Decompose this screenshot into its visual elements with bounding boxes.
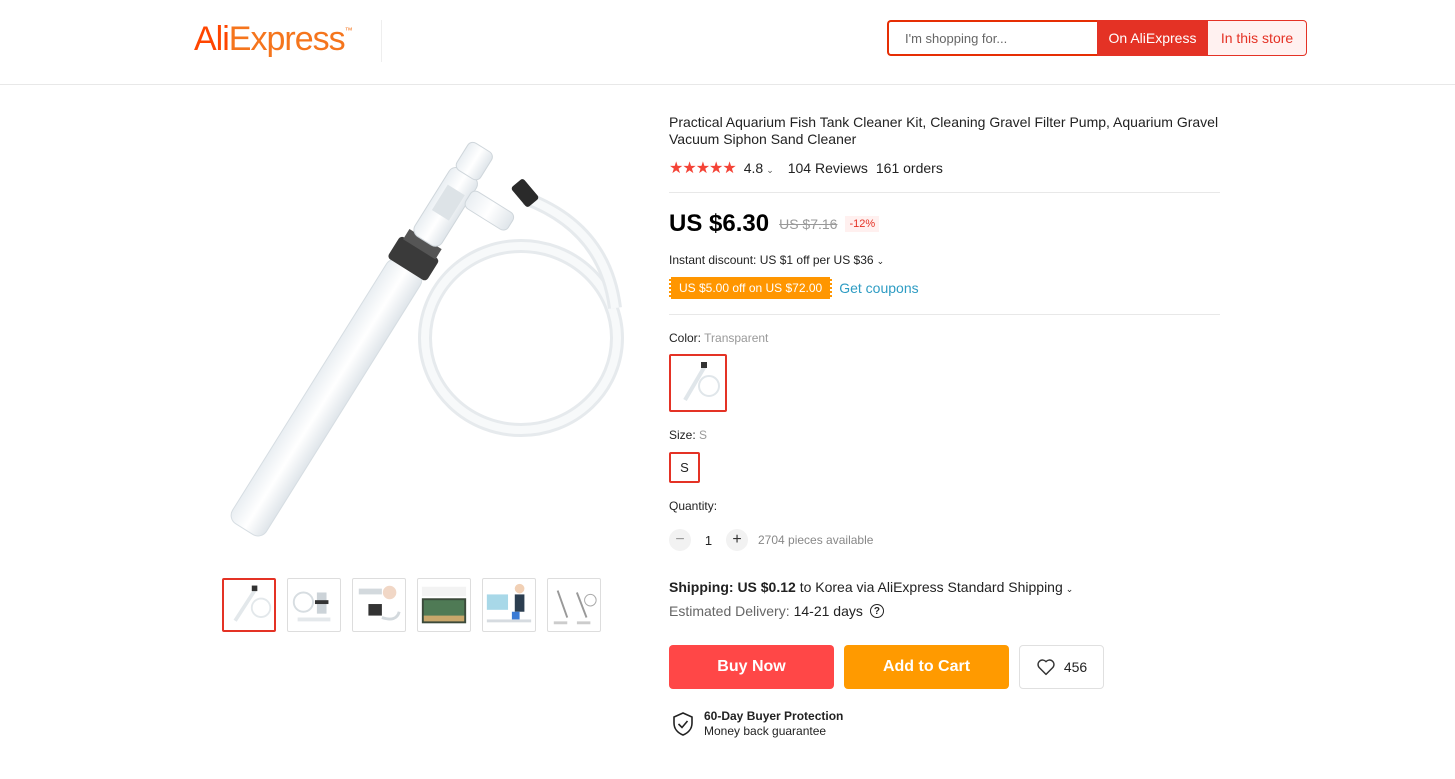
- instant-discount[interactable]: Instant discount: US $1 off per US $36 ⌄: [669, 253, 884, 267]
- rating-value: 4.8: [743, 160, 764, 176]
- orders-count: 161 orders: [875, 160, 943, 176]
- coupon-row: US $5.00 off on US $72.00 Get coupons: [669, 277, 919, 299]
- color-label: Color: Transparent: [669, 331, 768, 345]
- quantity-input[interactable]: 1: [691, 533, 726, 548]
- thumbnail-4[interactable]: [417, 578, 471, 632]
- reviews-link[interactable]: 104 Reviews: [788, 160, 868, 176]
- main-product-image[interactable]: [195, 108, 635, 558]
- wishlist-count: 456: [1063, 659, 1088, 675]
- buyer-protection: 60-Day Buyer Protection Money back guara…: [672, 709, 843, 739]
- discount-badge: -12%: [845, 216, 880, 232]
- chevron-down-icon: ⌄: [1065, 584, 1074, 594]
- wishlist-button[interactable]: 456: [1019, 645, 1104, 689]
- size-option-s[interactable]: S: [669, 452, 700, 483]
- size-label: Size: S: [669, 428, 707, 442]
- color-value: Transparent: [704, 331, 769, 345]
- coupon-badge[interactable]: US $5.00 off on US $72.00: [669, 277, 833, 299]
- search-in-store-button[interactable]: In this store: [1208, 20, 1307, 56]
- logo-tm: ™: [344, 26, 353, 35]
- add-to-cart-button[interactable]: Add to Cart: [844, 645, 1009, 689]
- size-value: S: [699, 428, 708, 442]
- logo-ali-text: Ali: [194, 20, 230, 58]
- logo-express-text: Express: [228, 20, 346, 58]
- shipping-price: US $0.12: [737, 579, 796, 595]
- current-price: US $6.30: [669, 210, 770, 237]
- protection-subtitle: Money back guarantee: [704, 724, 827, 738]
- shipping-destination: to Korea via AliExpress Standard Shippin…: [799, 579, 1063, 595]
- size-label-text: Size:: [669, 428, 696, 442]
- thumbnail-2[interactable]: [287, 578, 341, 632]
- delivery-days: 14-21 days: [793, 603, 863, 619]
- quantity-stepper: − 1 + 2704 pieces available: [669, 529, 873, 551]
- search-bar: On AliExpress In this store: [887, 20, 1307, 56]
- price-row: US $6.30 US $7.16 -12%: [669, 210, 880, 238]
- heart-icon: [1037, 659, 1055, 676]
- buy-now-button[interactable]: Buy Now: [669, 645, 834, 689]
- product-title: Practical Aquarium Fish Tank Cleaner Kit…: [669, 114, 1219, 147]
- shield-check-icon: [673, 712, 693, 736]
- thumbnail-6[interactable]: [547, 578, 601, 632]
- quantity-decrease-button[interactable]: −: [669, 529, 691, 551]
- shipping-info[interactable]: Shipping: US $0.12 to Korea via AliExpre…: [669, 579, 1073, 595]
- logo-divider: [381, 20, 382, 62]
- rating-row: ★★★★★ 4.8 ⌄ 104 Reviews 161 orders: [669, 158, 943, 178]
- divider: [669, 314, 1220, 315]
- quantity-label: Quantity:: [669, 499, 718, 513]
- aliexpress-logo[interactable]: AliExpress™: [194, 20, 353, 59]
- protection-title: 60-Day Buyer Protection: [704, 709, 844, 723]
- divider: [669, 192, 1220, 193]
- chevron-down-icon: ⌄: [876, 256, 885, 266]
- question-icon[interactable]: ?: [869, 604, 884, 618]
- thumbnail-3[interactable]: [352, 578, 406, 632]
- rating-stars-icon: ★★★★★: [669, 160, 737, 177]
- color-label-text: Color:: [669, 331, 702, 345]
- thumbnail-strip: [222, 578, 601, 632]
- search-input[interactable]: [887, 20, 1097, 56]
- original-price: US $7.16: [779, 216, 838, 232]
- chevron-down-icon: ⌄: [766, 165, 774, 175]
- search-on-aliexpress-button[interactable]: On AliExpress: [1097, 20, 1208, 56]
- quantity-available: 2704 pieces available: [758, 533, 874, 547]
- thumbnail-1[interactable]: [222, 578, 276, 632]
- quantity-increase-button[interactable]: +: [726, 529, 748, 551]
- site-header: AliExpress™ On AliExpress In this store: [0, 0, 1455, 85]
- color-option-transparent[interactable]: [669, 354, 727, 412]
- delivery-label: Estimated Delivery:: [669, 603, 790, 619]
- get-coupons-link[interactable]: Get coupons: [839, 280, 918, 296]
- shipping-label: Shipping:: [669, 579, 734, 595]
- rating-score[interactable]: 4.8 ⌄: [744, 160, 774, 176]
- thumbnail-5[interactable]: [482, 578, 536, 632]
- instant-discount-text: Instant discount: US $1 off per US $36: [669, 253, 874, 267]
- estimated-delivery: Estimated Delivery: 14-21 days ?: [669, 603, 884, 619]
